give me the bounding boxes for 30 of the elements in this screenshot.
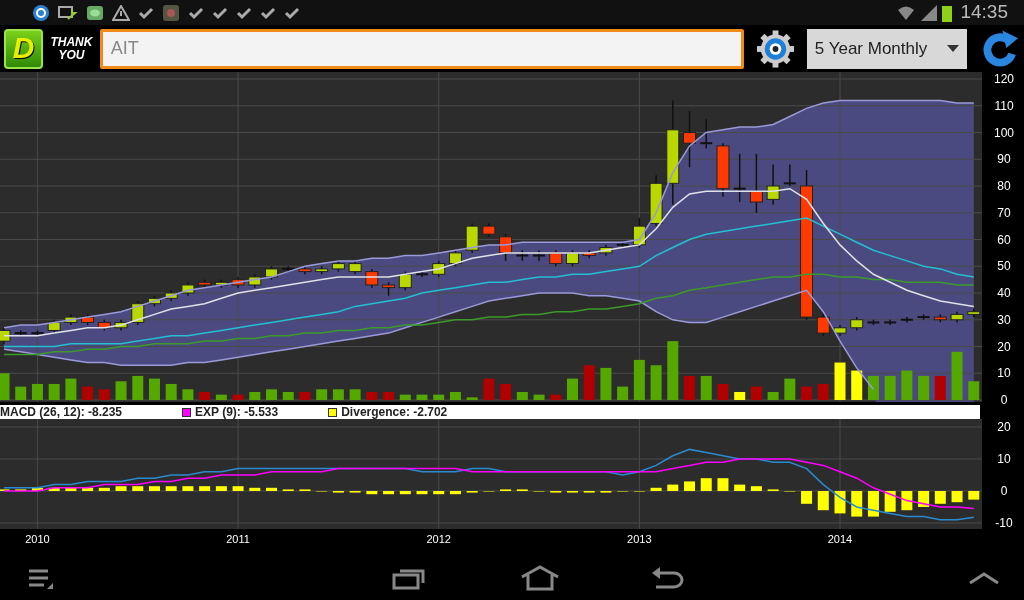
legend-label: MACD (26, 12): -8.235 xyxy=(0,405,123,419)
axis-label: 20 xyxy=(997,420,1011,434)
logo-caption: THANK YOU xyxy=(49,35,94,62)
axis-label: 10 xyxy=(997,452,1011,466)
axis-label: 60 xyxy=(997,232,1011,247)
axis-label: 20 xyxy=(997,339,1011,354)
axis-label: 40 xyxy=(997,286,1011,300)
axis-label: 70 xyxy=(997,205,1011,220)
axis-label: 0 xyxy=(1000,484,1008,498)
period-dropdown[interactable]: 5 Year Monthly xyxy=(806,28,968,69)
axis-label: 110 xyxy=(994,98,1014,113)
legend-label: Divergence: -2.702 xyxy=(341,405,448,419)
symbol-input[interactable]: AIT xyxy=(99,28,744,69)
axis-label: 100 xyxy=(994,125,1014,140)
axis-label: 10 xyxy=(997,366,1011,381)
axis-label: 90 xyxy=(997,152,1011,167)
axis-label: 2014 xyxy=(827,533,853,545)
axis-label: 50 xyxy=(997,259,1011,274)
axis-label: -10 xyxy=(995,516,1013,530)
axis-label: 2012 xyxy=(426,533,451,545)
axis-label: 30 xyxy=(997,312,1011,327)
axis-label: 2011 xyxy=(226,533,250,545)
axis-label: 2010 xyxy=(25,533,50,545)
logo-letter[interactable]: D xyxy=(4,28,44,69)
axis-label: 2013 xyxy=(627,533,652,545)
legend-label: EXP (9): -5.533 xyxy=(195,405,279,419)
clock-time: 14:35 xyxy=(960,0,1008,25)
axis-label: 120 xyxy=(994,72,1014,86)
axis-label: 0 xyxy=(1000,393,1008,405)
axis-label: 80 xyxy=(997,179,1011,193)
